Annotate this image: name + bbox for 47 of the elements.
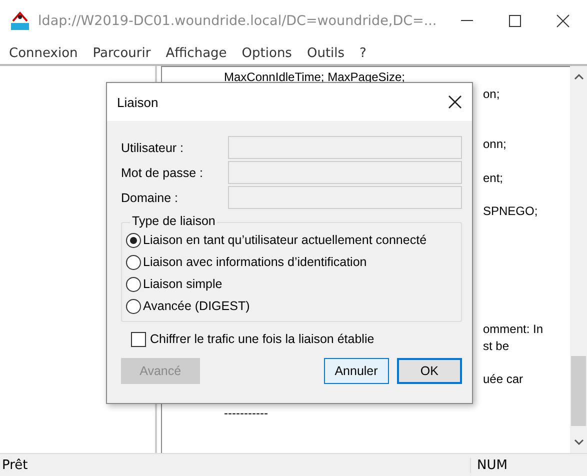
input-field[interactable] xyxy=(228,186,462,209)
option-label: Avancée (DIGEST) xyxy=(143,299,250,313)
output-text: on; xyxy=(483,86,500,101)
radio-button[interactable] xyxy=(126,298,141,314)
field-label: Mot de passe : xyxy=(121,166,204,180)
output-text: MaxConnIdleTime; MaxPageSize; xyxy=(224,70,405,84)
radio-button[interactable] xyxy=(126,276,141,292)
app-icon xyxy=(10,11,30,31)
scroll-thumb[interactable] xyxy=(571,356,586,426)
radio-button[interactable] xyxy=(126,232,141,248)
group-title: Type de liaison xyxy=(130,214,218,228)
output-text: ent; xyxy=(483,170,504,185)
dialog-button[interactable]: Annuler xyxy=(324,358,389,384)
minimize-icon[interactable] xyxy=(461,20,473,22)
dialog-title: Liaison xyxy=(117,94,158,110)
input-field[interactable] xyxy=(228,161,462,184)
num-lock-indicator: NUM xyxy=(470,458,537,472)
input-field[interactable] xyxy=(228,136,462,159)
status-text: Prêt xyxy=(1,458,29,472)
scrollbar[interactable] xyxy=(570,66,587,453)
checkbox-label: Chiffrer le trafic une fois la liaison établie xyxy=(150,332,374,346)
scroll-down-icon[interactable] xyxy=(574,437,584,447)
menu-item[interactable]: Affichage xyxy=(166,46,227,60)
output-text: uée car xyxy=(483,372,524,386)
menu-item[interactable]: Connexion xyxy=(9,46,78,60)
radio-button[interactable] xyxy=(126,254,141,270)
checkbox[interactable] xyxy=(131,332,146,346)
option-label: Liaison en tant qu’utilisateur actuellement connecté xyxy=(143,233,427,247)
menu-item[interactable]: Parcourir xyxy=(92,46,151,60)
output-text: onn; xyxy=(483,137,506,152)
menu-item[interactable]: ? xyxy=(360,46,366,60)
menu-item[interactable]: Outils xyxy=(306,46,345,60)
close-icon[interactable] xyxy=(448,95,462,109)
option-label: Liaison avec informations d’identification xyxy=(143,255,367,269)
output-text: ----------- xyxy=(224,406,268,420)
menu-item[interactable]: Options xyxy=(242,46,292,60)
dialog-button[interactable]: OK xyxy=(396,358,462,384)
option-label: Liaison simple xyxy=(143,277,222,291)
maximize-icon[interactable] xyxy=(509,15,521,27)
field-label: Utilisateur : xyxy=(121,140,185,154)
field-label: Domaine : xyxy=(121,190,179,204)
close-icon[interactable] xyxy=(556,14,570,28)
output-text: SPNEGO; xyxy=(483,204,538,218)
output-text: st be xyxy=(483,338,510,353)
window-title: ldap://W2019-DC01.woundride.local/DC=woundride,DC=... xyxy=(38,13,438,29)
output-text: omment: In xyxy=(483,322,544,336)
scroll-up-icon[interactable] xyxy=(574,72,584,82)
